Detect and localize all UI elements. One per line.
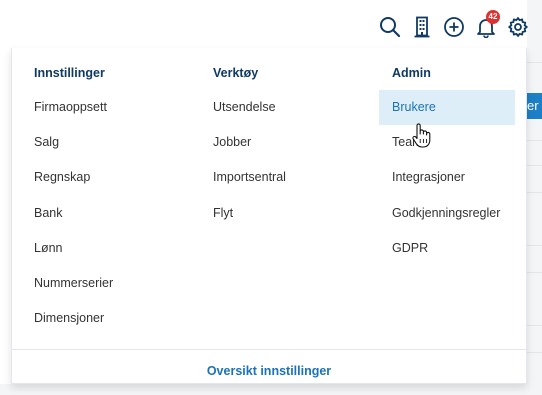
background-divider (527, 352, 542, 353)
menu-item-nummerserier[interactable]: Nummerserier (34, 266, 113, 301)
menu-item-firmaoppsett[interactable]: Firmaoppsett (34, 90, 107, 125)
menu-item-importsentral[interactable]: Importsentral (213, 160, 286, 195)
search-icon[interactable] (377, 14, 403, 40)
background-divider (527, 272, 542, 273)
background-divider (527, 140, 542, 141)
column-heading: Admin (392, 66, 431, 80)
menu-item-integrasjoner[interactable]: Integrasjoner (379, 160, 515, 195)
background-divider (527, 62, 542, 63)
notification-badge: 42 (486, 10, 500, 24)
menu-item-jobber[interactable]: Jobber (213, 125, 251, 160)
background-divider (527, 325, 542, 326)
add-circle-icon[interactable] (441, 14, 467, 40)
background-button-label: er (527, 98, 539, 113)
gear-icon[interactable] (505, 14, 531, 40)
column-heading: Verktøy (213, 66, 259, 80)
bell-icon[interactable]: 42 (473, 10, 500, 40)
menu-item-dimensjoner[interactable]: Dimensjoner (34, 301, 104, 336)
background-button[interactable]: er (527, 93, 542, 119)
background-divider (527, 165, 542, 166)
background-app-strip: er (527, 0, 542, 395)
settings-overview-link[interactable]: Oversikt innstillinger (12, 349, 526, 384)
menu-item-gdpr[interactable]: GDPR (379, 231, 515, 266)
menu-item-team[interactable]: Team (379, 125, 515, 160)
menu-item-godkjenningsregler[interactable]: Godkjenningsregler (379, 196, 515, 231)
menu-item-flyt[interactable]: Flyt (213, 196, 233, 231)
menu-item-brukere[interactable]: Brukere (379, 90, 515, 125)
background-divider (527, 245, 542, 246)
menu-item-bank[interactable]: Bank (34, 196, 63, 231)
menu-item-lonn[interactable]: Lønn (34, 231, 63, 266)
background-divider (527, 192, 542, 193)
column-heading: Innstillinger (34, 66, 105, 80)
building-icon[interactable] (409, 14, 435, 40)
background-app-bottom (0, 384, 542, 395)
hand-pointer-cursor-icon (412, 123, 432, 154)
menu-item-utsendelse[interactable]: Utsendelse (213, 90, 276, 125)
menu-item-salg[interactable]: Salg (34, 125, 59, 160)
settings-dropdown: Innstillinger Firmaoppsett Salg Regnskap… (11, 48, 527, 384)
menu-item-regnskap[interactable]: Regnskap (34, 160, 90, 195)
top-toolbar: 42 (0, 0, 542, 50)
